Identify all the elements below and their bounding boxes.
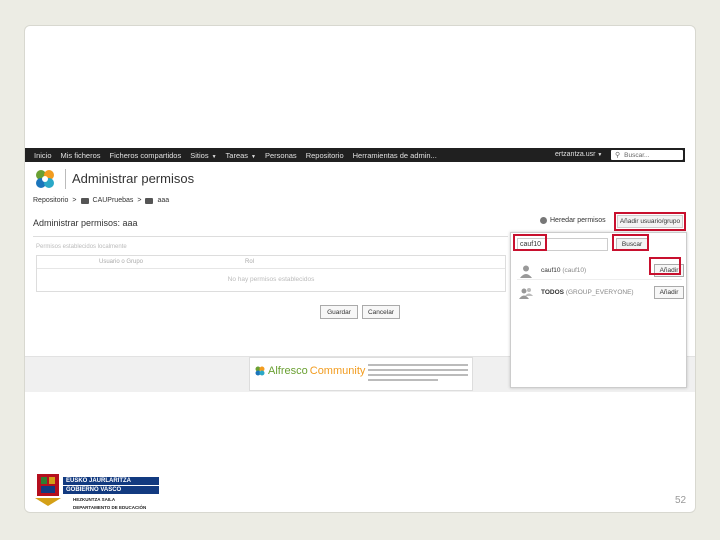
search-input[interactable]: ⚲ Buscar...	[611, 150, 683, 160]
slide: Inicio Mis ficheros Ficheros compartidos…	[24, 25, 696, 513]
nav-tareas[interactable]: Tareas ▼	[226, 151, 256, 160]
result-username: cauf10	[541, 267, 561, 274]
save-button[interactable]: Guardar	[320, 305, 358, 319]
nav-personas[interactable]: Personas	[265, 151, 297, 160]
department-spanish: DEPARTAMENTO DE EDUCACIÓN	[73, 505, 147, 510]
table-divider	[37, 268, 505, 269]
breadcrumb-separator: >	[72, 197, 77, 204]
add-button[interactable]: Añadir	[654, 286, 684, 299]
search-icon: ⚲	[615, 152, 621, 159]
permissions-table: Usuario o Grupo Rol No hay permisos esta…	[36, 255, 506, 292]
top-navbar: Inicio Mis ficheros Ficheros compartidos…	[25, 148, 685, 162]
section-title: Administrar permisos: aaa	[33, 218, 138, 228]
result-username: TODOS	[541, 289, 564, 296]
highlight-box	[649, 257, 681, 275]
nav-mis-ficheros[interactable]: Mis ficheros	[61, 151, 101, 160]
nav-sitios-label: Sitios	[190, 150, 209, 160]
nav-sitios[interactable]: Sitios ▼	[190, 151, 216, 160]
chevron-down-icon: ▼	[211, 153, 217, 160]
result-id: (cauf10)	[562, 267, 587, 274]
result-name: cauf10 (cauf10)	[541, 267, 586, 274]
result-row: TODOS (GROUP_EVERYONE) Añadir	[517, 283, 684, 305]
gov-name-spanish: GOBIERNO VASCO	[63, 486, 159, 494]
toggle-icon	[540, 217, 547, 224]
page-number: 52	[675, 495, 687, 506]
breadcrumb-root[interactable]: Repositorio	[33, 197, 68, 204]
brand-word: Community	[309, 365, 366, 377]
alfresco-community-banner: Alfresco Community	[249, 357, 473, 391]
highlight-box	[612, 234, 649, 251]
license-text	[368, 364, 468, 384]
community-logo: Alfresco Community	[254, 365, 365, 377]
breadcrumb-separator: >	[137, 197, 142, 204]
alfresco-logo-icon	[255, 366, 265, 376]
chevron-down-icon: ▼	[597, 152, 603, 158]
breadcrumb-folder-2[interactable]: aaa	[157, 197, 169, 204]
inherit-permissions-toggle[interactable]: Heredar permisos	[540, 217, 606, 224]
column-header-user: Usuario o Grupo	[99, 259, 144, 265]
user-name: ertzantza.usr	[555, 151, 596, 158]
divider	[33, 236, 508, 237]
divider	[517, 279, 682, 280]
breadcrumb: Repositorio > CAUPruebas > aaa	[33, 197, 169, 204]
nav-inicio[interactable]: Inicio	[34, 151, 52, 160]
result-name: TODOS (GROUP_EVERYONE)	[541, 289, 634, 296]
nav-repositorio[interactable]: Repositorio	[306, 151, 344, 160]
highlight-box	[513, 234, 547, 251]
column-header-role: Rol	[245, 259, 255, 265]
page-title: Administrar permisos	[65, 169, 194, 189]
breadcrumb-folder-1[interactable]: CAUPruebas	[93, 197, 134, 204]
folder-icon	[80, 197, 89, 204]
result-id: (GROUP_EVERYONE)	[565, 289, 634, 296]
search-placeholder: Buscar...	[624, 151, 650, 159]
highlight-box	[614, 212, 686, 231]
inherit-permissions-label: Heredar permisos	[550, 217, 606, 224]
user-icon	[520, 265, 532, 278]
user-menu[interactable]: ertzantza.usr ▼	[555, 151, 602, 158]
gov-name-basque: EUSKO JAURLARITZA	[63, 477, 159, 485]
chevron-down-icon: ▼	[251, 153, 256, 160]
group-icon	[519, 288, 533, 299]
nav-tareas-label: Tareas	[225, 150, 249, 160]
brand-name: Alfresco	[268, 365, 308, 377]
nav-admin-tools[interactable]: Herramientas de admin...	[353, 151, 437, 160]
user-search-popup: cauf10 Buscar cauf10 (cauf10) Añadir TOD…	[510, 232, 687, 388]
local-permissions-label: Permisos establecidos localmente	[36, 244, 127, 250]
empty-message: No hay permisos establecidos	[227, 276, 315, 283]
folder-icon	[145, 197, 154, 204]
alfresco-logo-icon	[36, 170, 54, 188]
cancel-button[interactable]: Cancelar	[362, 305, 400, 319]
nav-ficheros-compartidos[interactable]: Ficheros compartidos	[110, 151, 182, 160]
department-basque: HEZKUNTZA SAILA	[73, 497, 116, 502]
